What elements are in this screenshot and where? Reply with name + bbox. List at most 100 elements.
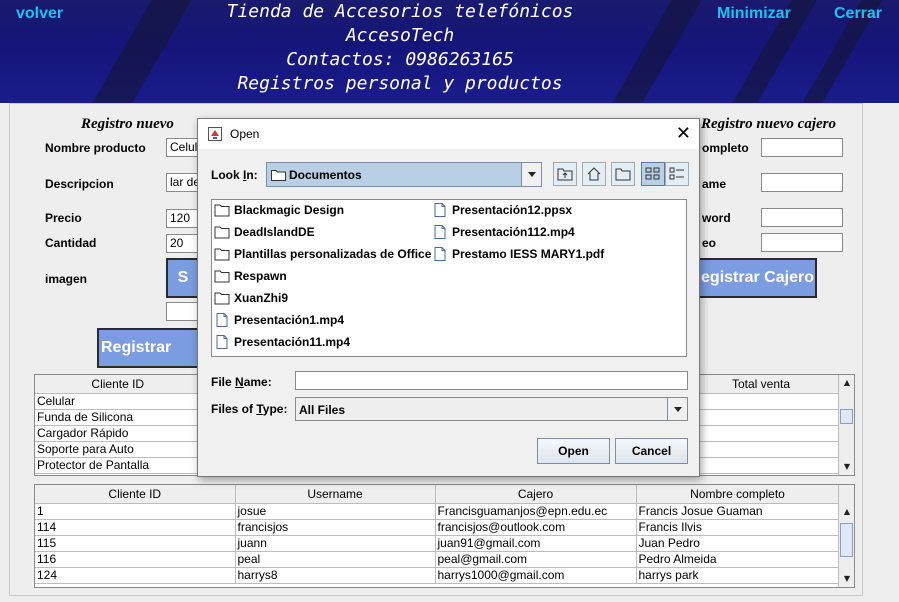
register-product-button[interactable]: Registrar Pro [97,328,201,392]
cashier-username-label: ame [702,177,727,191]
column-header[interactable]: Cliente ID [35,485,236,504]
cashier-email-field[interactable] [761,233,843,252]
table-row[interactable]: 114 francisjos francisjos@outlook.com Franc… [35,519,840,536]
file-name-label: Presentación11.mp4 [234,335,351,349]
scroll-thumb[interactable] [840,409,853,424]
store-title: Tienda de Accesorios telefónicos [226,1,574,22]
table-row[interactable]: 116 peal peal@gmail.com Pedro Almeida [35,551,840,568]
table-cell: Funda de Silicona [35,409,202,426]
scroll-up-icon[interactable]: ▲ [839,505,854,519]
description-field[interactable]: lar de [166,173,200,192]
description-label: Descripcion [45,177,114,191]
table-cell: 116 [35,551,236,568]
folder-item[interactable]: Respawn [214,269,287,283]
column-header[interactable]: Cliente ID [35,375,202,394]
chevron-down-icon[interactable] [521,163,541,186]
column-header[interactable]: Username [235,485,436,504]
folder-icon [214,204,230,217]
table-cell: Pedro Almeida [636,551,840,568]
folder-icon [214,248,230,261]
file-name-label: Presentación112.mp4 [452,225,575,239]
details-view-icon [669,167,684,180]
scroll-up-icon[interactable]: ▲ [839,376,854,390]
column-header[interactable]: Cajero [435,485,637,504]
file-icon [216,313,228,327]
product-name-field[interactable]: Celul [166,138,200,157]
file-item[interactable]: Presentación11.mp4 [214,335,350,349]
cashier-form-title: Registro nuevo cajero [701,116,836,132]
close-link[interactable]: Cerrar [834,5,882,23]
select-image-button[interactable]: S [166,258,200,298]
cashier-fullname-label: ompleto [702,141,749,155]
image-path-field[interactable] [166,302,200,321]
register-cashier-button[interactable]: egistrar Cajero [700,258,817,298]
close-icon[interactable]: ✕ [676,123,691,143]
cashiers-table: Cliente ID Username Cajero Nombre comple… [34,484,855,588]
table-cell: 115 [35,535,236,552]
cashier-fullname-field[interactable] [761,138,843,157]
file-name-label: Presentación1.mp4 [234,313,345,327]
cashiers-table-header: Cliente ID Username Cajero Nombre comple… [35,485,840,504]
file-item[interactable]: Presentación112.mp4 [432,225,575,239]
new-folder-icon [615,168,631,181]
cashier-password-label: word [702,211,731,225]
table-cell: francisjos [235,519,436,536]
table-cell: peal [235,551,436,568]
file-name-label: Prestamo IESS MARY1.pdf [452,247,605,261]
file-name-input[interactable] [295,371,688,390]
quantity-field[interactable]: 20 [166,234,200,253]
price-label: Precio [45,211,82,225]
list-view-button[interactable] [641,162,665,186]
table-cell: Cargador Rápido [35,425,202,442]
file-item[interactable]: Prestamo IESS MARY1.pdf [432,247,604,261]
file-name-label: XuanZhi9 [234,291,289,305]
file-type-dropdown[interactable]: All Files [295,397,688,421]
dialog-titlebar[interactable]: Open ✕ [198,119,699,149]
file-item[interactable]: Presentación12.ppsx [432,203,572,217]
chevron-down-icon[interactable] [667,398,687,420]
back-link[interactable]: volver [16,5,63,23]
open-button[interactable]: Open [537,438,610,464]
up-one-level-button[interactable] [553,162,577,186]
folder-item[interactable]: Blackmagic Design [214,203,344,217]
file-list: Blackmagic Design DeadIslandDE Plantillas … [211,199,687,357]
scroll-down-icon[interactable]: ▼ [839,572,854,586]
cancel-button[interactable]: Cancel [615,438,688,464]
cashiers-table-scrollbar[interactable]: ▲ ▼ [838,485,854,587]
file-name-label: Blackmagic Design [234,203,345,217]
folder-item[interactable]: Plantillas personalizadas de Office [214,247,431,261]
table-cell: harrys park [636,567,840,584]
table-cell: Soporte para Auto [35,441,202,458]
list-view-icon [645,167,660,180]
minimize-link[interactable]: Minimizar [717,5,791,23]
quantity-label: Cantidad [45,236,97,250]
look-in-value: Documentos [289,168,362,182]
file-item[interactable]: Presentación1.mp4 [214,313,344,327]
scroll-thumb[interactable] [840,523,853,557]
table-cell: josue [235,503,436,520]
column-header[interactable]: Total venta [683,375,840,394]
folder-item[interactable]: DeadIslandDE [214,225,315,239]
products-table-scrollbar[interactable]: ▲ ▼ [838,375,854,475]
folder-icon [214,292,230,305]
price-field[interactable]: 120 [166,209,200,228]
table-cell: harrys1000@gmail.com [435,567,637,584]
table-cell: Francis Josue Guaman [636,503,840,520]
look-in-label: Look In: [211,168,258,182]
details-view-button[interactable] [665,162,689,186]
table-row[interactable]: 1 josue Francisguamanjos@epn.edu.ec Francis… [35,503,840,520]
header-titles: Tienda de Accesorios telefónicos AccesoT… [200,0,600,96]
folder-icon [214,226,230,239]
look-in-dropdown[interactable]: Documentos [266,162,542,187]
cashier-username-field[interactable] [761,173,843,192]
home-button[interactable] [582,162,606,186]
cashier-password-field[interactable] [761,208,843,227]
folder-item[interactable]: XuanZhi9 [214,291,288,305]
table-row[interactable]: 115 juann juan91@gmail.com Juan Pedro [35,535,840,552]
new-folder-button[interactable] [611,162,635,186]
table-row[interactable]: 124 harrys8 harrys1000@gmail.com harrys par… [35,567,840,584]
scroll-down-icon[interactable]: ▼ [839,460,854,474]
column-header[interactable]: Nombre completo [636,485,840,504]
table-cell: harrys8 [235,567,436,584]
table-cell: Juan Pedro [636,535,840,552]
